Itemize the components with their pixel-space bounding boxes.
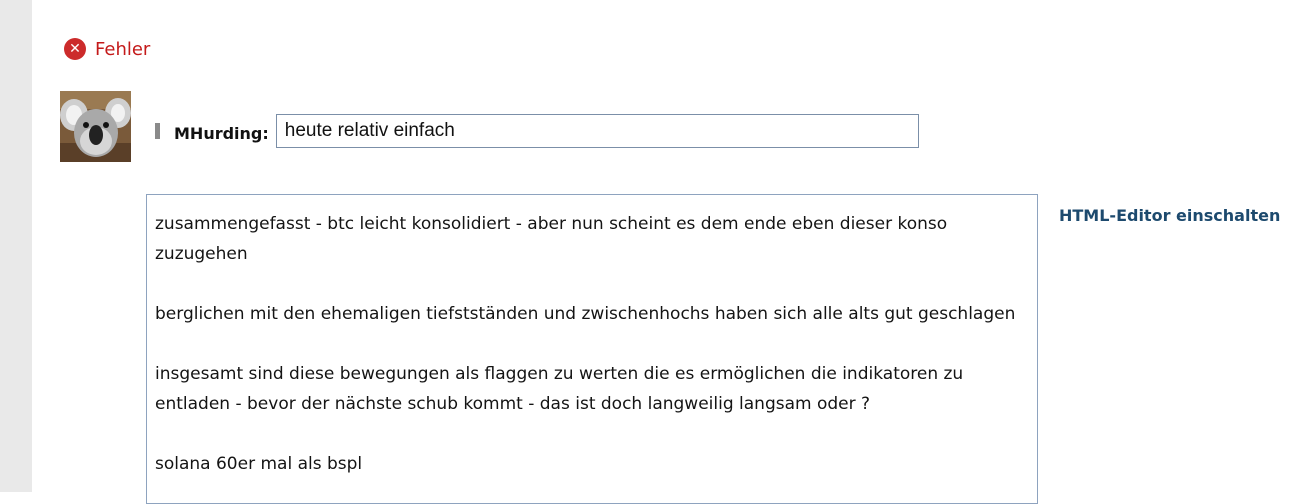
- error-text: Fehler: [95, 38, 151, 60]
- editor-paragraph: insgesamt sind diese bewegungen als flag…: [155, 364, 964, 414]
- avatar: [60, 91, 131, 162]
- left-sidebar-strip: [0, 0, 32, 492]
- editor-paragraph: solana 60er mal als bspl: [155, 454, 363, 474]
- koala-avatar-image: [60, 91, 131, 162]
- error-circle-x-icon: ✕: [64, 38, 86, 60]
- error-message: ✕ Fehler: [64, 37, 150, 61]
- post-header: MHurding:: [155, 113, 919, 149]
- username: MHurding:: [174, 123, 269, 143]
- title-input[interactable]: [275, 114, 919, 148]
- html-editor-toggle-link[interactable]: HTML-Editor einschalten: [1059, 206, 1280, 225]
- message-editor[interactable]: zusammengefasst - btc leicht konsolidier…: [146, 194, 1038, 504]
- user-status-bar: [155, 123, 160, 139]
- editor-paragraph: zusammengefasst - btc leicht konsolidier…: [155, 214, 948, 264]
- editor-paragraph: berglichen mit den ehemaligen tiefststän…: [155, 304, 1016, 324]
